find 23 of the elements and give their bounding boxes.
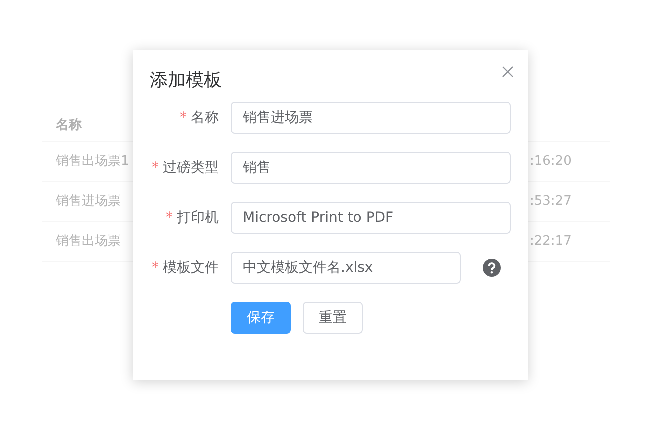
field-label: 模板文件 — [163, 258, 219, 278]
table-cell-text: :53:27 — [530, 192, 573, 211]
column-header: 名称 — [56, 116, 82, 135]
help-icon[interactable] — [483, 259, 501, 277]
table-cell-text: 销售出场票 — [56, 232, 121, 251]
input-field[interactable]: 中文模板文件名.xlsx — [231, 252, 461, 284]
required-mark: * — [166, 208, 173, 228]
close-icon[interactable] — [502, 66, 514, 78]
table-cell-text: :22:17 — [530, 232, 573, 251]
table-cell-text: :16:20 — [530, 152, 573, 171]
required-mark: * — [180, 108, 187, 128]
input-field[interactable]: Microsoft Print to PDF — [231, 202, 511, 234]
required-mark: * — [152, 158, 159, 178]
field-label: 名称 — [191, 108, 219, 128]
field-label: 过磅类型 — [163, 158, 219, 178]
reset-button[interactable]: 重置 — [303, 302, 363, 334]
dialog-title: 添加模板 — [150, 69, 222, 93]
field-label: 打印机 — [177, 208, 219, 228]
input-field[interactable]: 销售进场票 — [231, 102, 511, 134]
table-cell-text: 销售进场票 — [56, 192, 121, 211]
required-mark: * — [152, 258, 159, 278]
table-cell-text: 销售出场票1 — [56, 152, 130, 171]
input-field[interactable]: 销售 — [231, 152, 511, 184]
